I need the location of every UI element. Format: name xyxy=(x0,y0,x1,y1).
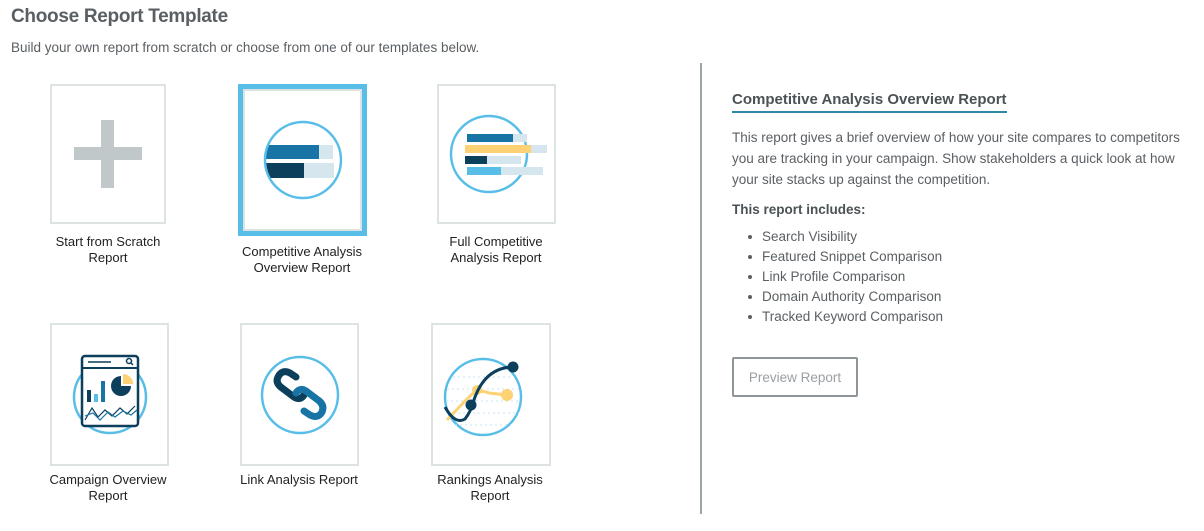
label-line: Rankings Analysis xyxy=(437,472,543,487)
includes-list: Search Visibility Featured Snippet Compa… xyxy=(732,227,943,327)
line-chart-icon xyxy=(443,357,523,436)
includes-item: Featured Snippet Comparison xyxy=(732,247,943,267)
includes-item: Domain Authority Comparison xyxy=(732,287,943,307)
detail-description: This report gives a brief overview of ho… xyxy=(732,130,1180,187)
multi-bar-icon xyxy=(449,114,547,194)
panel-divider xyxy=(700,63,702,514)
dashboard-icon xyxy=(72,354,147,434)
page-subtitle: Build your own report from scratch or ch… xyxy=(11,40,480,55)
label-line: Competitive Analysis xyxy=(242,244,362,259)
label-line: Campaign Overview xyxy=(49,472,167,487)
template-label: Link Analysis Report xyxy=(199,472,399,488)
label-line: Start from Scratch xyxy=(55,234,161,249)
preview-report-button[interactable]: Preview Report xyxy=(732,357,858,397)
includes-item: Link Profile Comparison xyxy=(732,267,943,287)
chain-link-icon xyxy=(260,355,339,434)
detail-title: Competitive Analysis Overview Report xyxy=(732,91,1007,113)
bar-compare-icon xyxy=(263,120,342,200)
template-label: Start from Scratch Report xyxy=(8,234,208,266)
includes-heading: This report includes: xyxy=(732,202,866,217)
label-line: Link Analysis Report xyxy=(240,472,358,487)
template-thumbnail[interactable] xyxy=(437,84,556,224)
template-label: Campaign Overview Report xyxy=(8,472,208,504)
template-thumbnail[interactable] xyxy=(431,323,551,466)
label-line: Analysis Report xyxy=(450,250,542,265)
label-line: Report xyxy=(470,488,510,503)
page-title: Choose Report Template xyxy=(11,6,228,27)
template-thumbnail[interactable] xyxy=(238,84,367,236)
label-line: Report xyxy=(88,250,128,265)
label-line: Full Competitive xyxy=(449,234,543,249)
includes-item: Tracked Keyword Comparison xyxy=(732,307,943,327)
template-thumbnail[interactable] xyxy=(240,323,359,466)
template-thumbnail[interactable] xyxy=(50,323,169,466)
template-label: Rankings Analysis Report xyxy=(390,472,590,504)
plus-icon xyxy=(74,120,142,188)
label-line: Report xyxy=(88,488,128,503)
label-line: Overview Report xyxy=(253,260,351,275)
includes-item: Search Visibility xyxy=(732,227,943,247)
template-label: Full Competitive Analysis Report xyxy=(396,234,596,266)
template-thumbnail[interactable] xyxy=(50,84,166,224)
template-label: Competitive Analysis Overview Report xyxy=(202,244,402,276)
